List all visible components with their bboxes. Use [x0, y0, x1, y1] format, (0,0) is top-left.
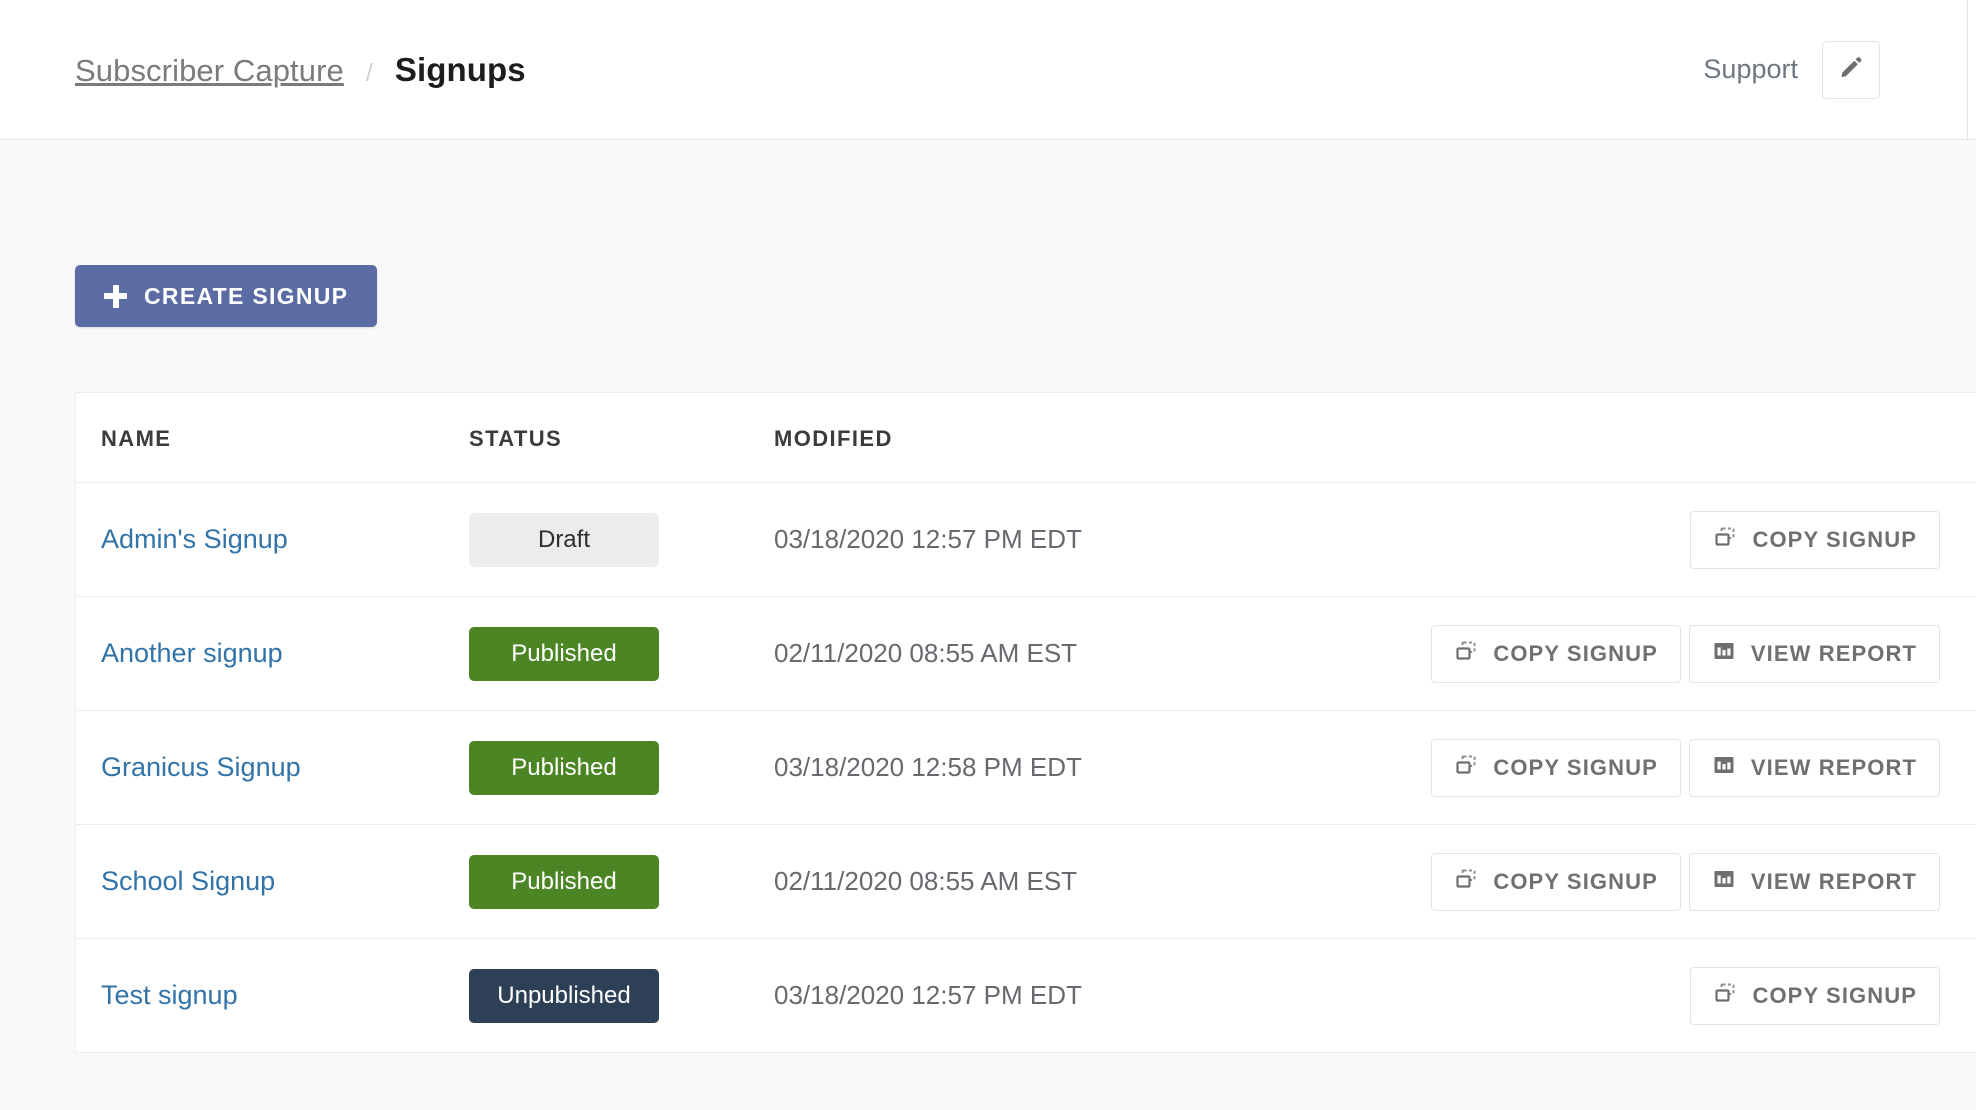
copy-signup-label: COPY SIGNUP: [1493, 754, 1658, 780]
modified-date: 03/18/2020 12:57 PM EDT: [774, 980, 1082, 1010]
breadcrumb-parent-link[interactable]: Subscriber Capture: [75, 53, 344, 89]
column-header-actions: [1379, 393, 1976, 483]
bar-chart-icon: [1712, 867, 1736, 897]
status-badge: Published: [469, 854, 659, 909]
signup-name-link[interactable]: Test signup: [101, 980, 238, 1010]
create-signup-button[interactable]: CREATE SIGNUP: [75, 265, 378, 327]
signups-table-container: NAME STATUS MODIFIED Admin's Signup Draf…: [75, 392, 1976, 1053]
status-badge: Unpublished: [469, 968, 659, 1023]
modified-date: 03/18/2020 12:58 PM EDT: [774, 752, 1082, 782]
copy-signup-button[interactable]: COPY SIGNUP: [1690, 510, 1940, 569]
row-actions: COPY SIGNUP VIEW REPORT: [1379, 852, 1976, 911]
signup-name-link[interactable]: Granicus Signup: [101, 752, 301, 782]
bar-chart-icon: [1712, 753, 1736, 783]
copy-signup-button[interactable]: COPY SIGNUP: [1690, 966, 1940, 1025]
table-row: Another signup Published 02/11/2020 08:5…: [76, 596, 1976, 711]
row-actions: COPY SIGNUP VIEW REPORT: [1379, 624, 1976, 683]
view-report-button[interactable]: VIEW REPORT: [1688, 852, 1940, 911]
plus-icon: [104, 284, 127, 308]
copy-icon: [1454, 753, 1478, 783]
copy-signup-label: COPY SIGNUP: [1752, 982, 1917, 1008]
view-report-button[interactable]: VIEW REPORT: [1688, 738, 1940, 797]
create-signup-label: CREATE SIGNUP: [144, 282, 349, 309]
breadcrumb-separator: /: [365, 58, 373, 87]
breadcrumb: Subscriber Capture / Signups: [75, 51, 526, 89]
app-header: Subscriber Capture / Signups Support: [0, 0, 1976, 140]
copy-icon: [1713, 525, 1737, 555]
copy-signup-label: COPY SIGNUP: [1493, 868, 1658, 894]
status-badge: Published: [469, 740, 659, 795]
status-badge: Draft: [469, 512, 659, 567]
column-header-name: NAME: [76, 393, 469, 483]
page-title: Signups: [394, 50, 526, 88]
copy-icon: [1713, 981, 1737, 1011]
copy-signup-label: COPY SIGNUP: [1752, 526, 1917, 552]
table-header: NAME STATUS MODIFIED: [76, 393, 1976, 483]
table-header-row: NAME STATUS MODIFIED: [76, 393, 1976, 483]
view-report-button[interactable]: VIEW REPORT: [1688, 624, 1940, 683]
pencil-icon: [1838, 54, 1864, 85]
copy-signup-button[interactable]: COPY SIGNUP: [1431, 738, 1681, 797]
row-actions: COPY SIGNUP: [1379, 510, 1976, 569]
view-report-label: VIEW REPORT: [1750, 868, 1917, 894]
header-actions: Support: [1703, 40, 1976, 99]
table-row: School Signup Published 02/11/2020 08:55…: [76, 824, 1976, 939]
copy-signup-label: COPY SIGNUP: [1493, 640, 1658, 666]
table-body: Admin's Signup Draft 03/18/2020 12:57 PM…: [76, 482, 1976, 1053]
copy-icon: [1454, 639, 1478, 669]
page-content: CREATE SIGNUP NAME STATUS MODIFIED Admin…: [0, 140, 1976, 1053]
support-link[interactable]: Support: [1703, 54, 1798, 85]
copy-signup-button[interactable]: COPY SIGNUP: [1431, 624, 1681, 683]
status-badge: Published: [469, 626, 659, 681]
view-report-label: VIEW REPORT: [1750, 640, 1917, 666]
table-row: Test signup Unpublished 03/18/2020 12:57…: [76, 938, 1976, 1053]
column-header-modified: MODIFIED: [774, 393, 1379, 483]
signups-table: NAME STATUS MODIFIED Admin's Signup Draf…: [76, 393, 1976, 1053]
signup-name-link[interactable]: Another signup: [101, 638, 283, 668]
modified-date: 03/18/2020 12:57 PM EDT: [774, 524, 1082, 554]
row-actions: COPY SIGNUP: [1379, 966, 1976, 1025]
column-header-status: STATUS: [469, 393, 774, 483]
table-row: Granicus Signup Published 03/18/2020 12:…: [76, 710, 1976, 825]
edit-button[interactable]: [1822, 40, 1880, 99]
modified-date: 02/11/2020 08:55 AM EST: [774, 638, 1078, 668]
view-report-label: VIEW REPORT: [1750, 754, 1917, 780]
modified-date: 02/11/2020 08:55 AM EST: [774, 866, 1078, 896]
signup-name-link[interactable]: Admin's Signup: [101, 524, 288, 554]
signup-name-link[interactable]: School Signup: [101, 866, 275, 896]
row-actions: COPY SIGNUP VIEW REPORT: [1379, 738, 1976, 797]
copy-signup-button[interactable]: COPY SIGNUP: [1431, 852, 1681, 911]
bar-chart-icon: [1712, 639, 1736, 669]
table-row: Admin's Signup Draft 03/18/2020 12:57 PM…: [76, 482, 1976, 597]
copy-icon: [1454, 867, 1478, 897]
